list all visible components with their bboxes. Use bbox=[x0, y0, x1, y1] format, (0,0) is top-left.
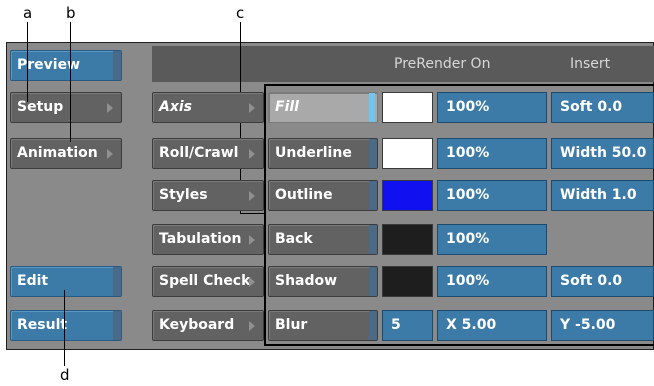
callout-a-line bbox=[27, 22, 28, 102]
fill-softness-field[interactable]: Soft 0.0 bbox=[551, 92, 654, 123]
back-opacity-field[interactable]: 100% bbox=[437, 224, 547, 255]
outline-width-field[interactable]: Width 1.0 bbox=[551, 180, 654, 211]
prerender-toggle[interactable]: PreRender On bbox=[394, 56, 490, 72]
callout-d-line bbox=[64, 290, 65, 366]
chevron-right-icon bbox=[107, 103, 113, 113]
shadow-color-swatch[interactable] bbox=[382, 266, 433, 297]
category-tabulation[interactable]: Tabulation bbox=[152, 224, 264, 255]
category-styles[interactable]: Styles bbox=[152, 180, 264, 211]
chevron-right-icon bbox=[249, 277, 255, 287]
edit-button[interactable]: Edit bbox=[10, 266, 122, 297]
property-shadow[interactable]: Shadow bbox=[268, 266, 378, 297]
callout-c: c bbox=[236, 4, 245, 22]
blur-amount-field[interactable]: 5 bbox=[382, 310, 433, 341]
category-axis[interactable]: Axis bbox=[152, 92, 264, 123]
bracket-c-bottom bbox=[264, 344, 654, 346]
property-blur[interactable]: Blur bbox=[268, 310, 378, 341]
callout-b-line bbox=[70, 22, 71, 142]
outline-opacity-field[interactable]: 100% bbox=[437, 180, 547, 211]
category-roll-crawl[interactable]: Roll/Crawl bbox=[152, 138, 264, 169]
callout-c-tick bbox=[240, 213, 264, 214]
callout-a: a bbox=[23, 4, 33, 22]
property-outline[interactable]: Outline bbox=[268, 180, 378, 211]
underline-color-swatch[interactable] bbox=[382, 138, 433, 169]
animation-button[interactable]: Animation bbox=[10, 138, 122, 169]
underline-width-field[interactable]: Width 50.0 bbox=[551, 138, 654, 169]
blur-x-field[interactable]: X 5.00 bbox=[437, 310, 547, 341]
chevron-right-icon bbox=[107, 149, 113, 159]
fill-opacity-field[interactable]: 100% bbox=[437, 92, 547, 123]
category-spell-check[interactable]: Spell Check bbox=[152, 266, 264, 297]
shadow-opacity-field[interactable]: 100% bbox=[437, 266, 547, 297]
blur-y-field[interactable]: Y -5.00 bbox=[551, 310, 654, 341]
chevron-right-icon bbox=[249, 235, 255, 245]
underline-opacity-field[interactable]: 100% bbox=[437, 138, 547, 169]
shadow-softness-field[interactable]: Soft 0.0 bbox=[551, 266, 654, 297]
chevron-right-icon bbox=[249, 103, 255, 113]
property-underline[interactable]: Underline bbox=[268, 138, 378, 169]
category-keyboard[interactable]: Keyboard bbox=[152, 310, 264, 341]
fill-color-swatch[interactable] bbox=[382, 92, 433, 123]
chevron-right-icon bbox=[249, 321, 255, 331]
callout-d: d bbox=[60, 366, 70, 384]
callout-b: b bbox=[66, 4, 76, 22]
result-button[interactable]: Result bbox=[10, 310, 122, 341]
bracket-c-left bbox=[264, 84, 266, 346]
back-color-swatch[interactable] bbox=[382, 224, 433, 255]
insert-mode[interactable]: Insert bbox=[570, 56, 610, 72]
property-back[interactable]: Back bbox=[268, 224, 378, 255]
outline-color-swatch[interactable] bbox=[382, 180, 433, 211]
chevron-right-icon bbox=[249, 191, 255, 201]
property-fill[interactable]: Fill bbox=[268, 92, 378, 123]
chevron-right-icon bbox=[249, 149, 255, 159]
bracket-c-top bbox=[264, 84, 654, 86]
